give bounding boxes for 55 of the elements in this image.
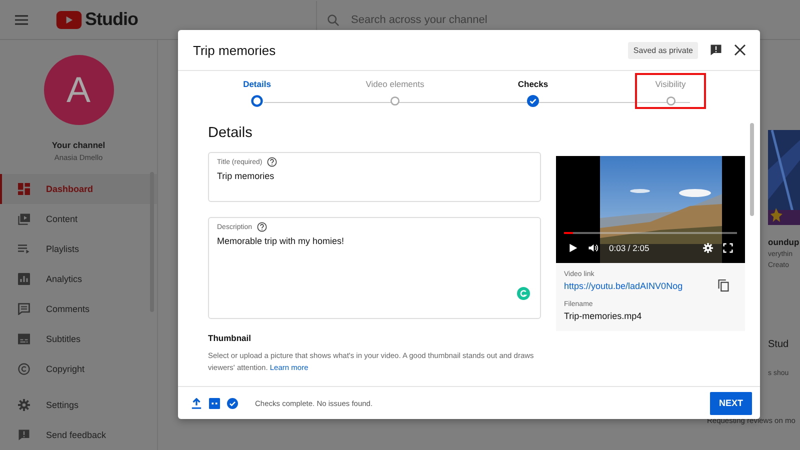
hd-icon xyxy=(209,398,220,408)
subtitles-icon xyxy=(18,333,30,345)
play-icon[interactable] xyxy=(568,243,578,253)
fullscreen-icon[interactable] xyxy=(723,243,733,253)
feedback-icon[interactable] xyxy=(710,44,722,56)
avatar[interactable]: A xyxy=(44,55,114,125)
nav-item[interactable]: Subtitles xyxy=(0,324,157,354)
playlist-icon xyxy=(18,243,30,255)
step-tab[interactable]: Visibility xyxy=(655,79,686,89)
search-icon xyxy=(327,14,339,26)
help-icon[interactable] xyxy=(267,157,278,167)
step-tab[interactable]: Checks xyxy=(518,79,548,89)
filename: Trip-memories.mp4 xyxy=(564,311,643,321)
nav-item[interactable]: Dashboard xyxy=(0,174,157,204)
step-tab[interactable]: Video elements xyxy=(366,79,424,89)
bar-chart-icon xyxy=(18,273,30,285)
search-field[interactable]: Search across your channel xyxy=(349,12,653,26)
settings-icon[interactable] xyxy=(703,243,713,253)
dashboard-icon xyxy=(18,183,30,195)
nav-item[interactable]: Analytics xyxy=(0,264,157,294)
step-tab[interactable]: Details xyxy=(243,79,271,89)
video-player[interactable]: 0:03 / 2:05 xyxy=(556,156,745,263)
video-icon xyxy=(18,213,30,225)
thumbnail-heading: Thumbnail xyxy=(208,333,252,343)
feedback-icon xyxy=(18,429,30,441)
help-icon[interactable] xyxy=(257,222,268,232)
video-link[interactable]: https://youtu.be/ladAINV0Nog xyxy=(564,281,683,291)
settings-icon xyxy=(18,399,30,411)
nav-item[interactable]: Settings xyxy=(0,390,157,420)
field-value: Trip memories xyxy=(217,171,276,181)
copy-icon[interactable] xyxy=(718,279,729,292)
check-circle-icon xyxy=(227,398,238,408)
scrollbar[interactable] xyxy=(750,123,754,216)
section-heading: Details xyxy=(208,125,254,141)
nav-item[interactable]: Copyright xyxy=(0,354,157,384)
card-title: oundup xyxy=(768,237,800,247)
play-logo-icon xyxy=(56,10,82,28)
close-icon[interactable] xyxy=(734,44,746,56)
dialog-title: Trip memories xyxy=(193,42,277,58)
nav-item[interactable]: Send feedback xyxy=(0,420,157,450)
channel-title: Your channel xyxy=(52,140,106,150)
logo-text: Studio xyxy=(85,9,138,30)
upload-icon xyxy=(191,398,202,408)
copyright-icon xyxy=(18,363,30,375)
volume-icon[interactable] xyxy=(588,243,598,253)
section-title: Stud xyxy=(768,339,790,350)
next-button[interactable]: NEXT xyxy=(710,392,752,414)
save-status-chip: Saved as private xyxy=(628,42,698,58)
field-value: Memorable trip with my homies! xyxy=(217,236,346,246)
video-time: 0:03 / 2:05 xyxy=(609,243,650,253)
nav-item[interactable]: Content xyxy=(0,204,157,234)
comment-icon xyxy=(18,303,30,315)
nav-item[interactable]: Playlists xyxy=(0,234,157,264)
menu-icon[interactable] xyxy=(15,14,28,24)
nav-item[interactable]: Comments xyxy=(0,294,157,324)
